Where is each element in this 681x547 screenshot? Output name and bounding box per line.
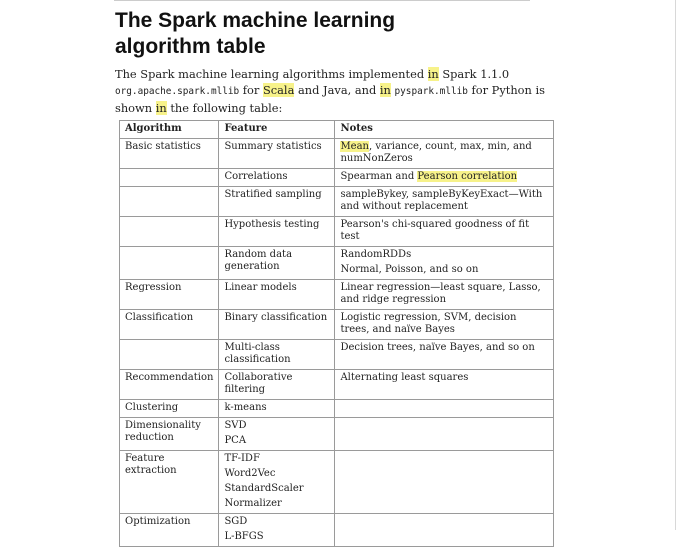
page-title: The Spark machine learning algorithm tab… (115, 9, 396, 58)
cell-feature: Collaborative filtering (218, 369, 336, 400)
table-row: Feature extraction TF-IDF Word2Vec Standar… (118, 450, 554, 514)
cell-notes (334, 399, 554, 418)
table-row: Hypothesis testing Pearson's chi-squared… (118, 216, 554, 247)
cell-feature: Correlations (218, 168, 336, 187)
cell-feature: Multi-class classification (218, 339, 336, 370)
cell-algorithm: Basic statistics (118, 138, 220, 169)
cell-notes: sampleBykey, sampleByKeyExact—With and w… (334, 186, 554, 217)
cell-algorithm (118, 216, 220, 247)
cell-notes (334, 450, 554, 514)
cell-feature: Summary statistics (218, 138, 336, 169)
page-edge-rule (675, 0, 676, 530)
algorithm-table: Algorithm Feature Notes Basic statistics… (118, 120, 554, 547)
cell-algorithm (118, 186, 220, 217)
highlight-mean: Mean (340, 141, 369, 152)
table-row: Stratified sampling sampleBykey, sampleB… (118, 186, 554, 217)
cell-algorithm: Recommendation (118, 369, 220, 400)
cell-feature: Random data generation (218, 246, 336, 280)
notes-line: RandomRDDs (340, 249, 412, 260)
top-rule (114, 0, 530, 1)
feature-line: PCA (224, 435, 247, 446)
cell-notes: RandomRDDs Normal, Poisson, and so on (334, 246, 554, 280)
feature-line: TF-IDF (224, 453, 260, 464)
intro-text-7: the following table: (166, 101, 283, 115)
document-page: The Spark machine learning algorithm tab… (115, 8, 560, 116)
cell-feature: k-means (218, 399, 336, 418)
cell-feature: Stratified sampling (218, 186, 336, 217)
cell-algorithm (118, 339, 220, 370)
highlight-in-1: in (427, 67, 439, 81)
highlight-scala: Scala (262, 83, 295, 97)
notes-line: Normal, Poisson, and so on (340, 264, 479, 275)
table-row: Dimensionality reduction SVD PCA (118, 417, 554, 451)
notes-text: Spearman and (340, 171, 418, 182)
table-row: Correlations Spearman and Pearson correl… (118, 168, 554, 187)
cell-notes: Alternating least squares (334, 369, 554, 400)
cell-notes (334, 417, 554, 451)
cell-notes (334, 513, 554, 547)
cell-algorithm (118, 168, 220, 187)
highlight-pearson: Pearson correlation (417, 171, 518, 182)
intro-paragraph: The Spark machine learning algorithms im… (115, 66, 560, 116)
cell-algorithm: Regression (118, 279, 220, 310)
cell-feature: TF-IDF Word2Vec StandardScaler Normalizer (218, 450, 336, 514)
intro-text-4: and Java, and (294, 83, 380, 97)
header-feature: Feature (218, 120, 336, 139)
cell-notes: Spearman and Pearson correlation (334, 168, 554, 187)
header-algorithm: Algorithm (118, 120, 220, 139)
feature-line: SGD (224, 516, 248, 527)
code-mllib: org.apache.spark.mllib (115, 86, 240, 97)
highlight-in-2: in (379, 83, 391, 97)
cell-feature: Binary classification (218, 309, 336, 340)
table-row: Recommendation Collaborative filtering A… (118, 369, 554, 400)
cell-feature: SGD L-BFGS (218, 513, 336, 547)
cell-notes: Decision trees, naïve Bayes, and so on (334, 339, 554, 370)
cell-notes: Mean, variance, count, max, min, and num… (334, 138, 554, 169)
table-row: Optimization SGD L-BFGS (118, 513, 554, 547)
intro-text-1: The Spark machine learning algorithms im… (115, 67, 428, 81)
cell-notes: Linear regression—least square, Lasso, a… (334, 279, 554, 310)
cell-algorithm: Optimization (118, 513, 220, 547)
intro-text-2: Spark 1.1.0 (438, 67, 510, 81)
cell-algorithm: Dimensionality reduction (118, 417, 220, 451)
cell-algorithm (118, 246, 220, 280)
code-pyspark: pyspark.mllib (394, 86, 468, 97)
feature-line: Normalizer (224, 498, 282, 509)
feature-line: Word2Vec (224, 468, 276, 479)
feature-line: L-BFGS (224, 531, 264, 542)
cell-feature: Linear models (218, 279, 336, 310)
feature-line: StandardScaler (224, 483, 304, 494)
header-notes: Notes (334, 120, 554, 139)
cell-algorithm: Feature extraction (118, 450, 220, 514)
notes-text: , variance, count, max, min, and numNonZ… (340, 141, 532, 164)
cell-algorithm: Classification (118, 309, 220, 340)
intro-text-3: for (239, 83, 263, 97)
table-row: Multi-class classification Decision tree… (118, 339, 554, 370)
table-row: Classification Binary classification Log… (118, 309, 554, 340)
cell-notes: Pearson's chi-squared goodness of fit te… (334, 216, 554, 247)
table-header-row: Algorithm Feature Notes (118, 120, 554, 139)
highlight-in-3: in (155, 101, 167, 115)
table-row: Clustering k-means (118, 399, 554, 418)
feature-line: SVD (224, 420, 247, 431)
cell-notes: Logistic regression, SVM, decision trees… (334, 309, 554, 340)
table-row: Random data generation RandomRDDs Normal,… (118, 246, 554, 280)
cell-feature: SVD PCA (218, 417, 336, 451)
table-row: Basic statistics Summary statistics Mean… (118, 138, 554, 169)
cell-feature: Hypothesis testing (218, 216, 336, 247)
table-row: Regression Linear models Linear regressi… (118, 279, 554, 310)
cell-algorithm: Clustering (118, 399, 220, 418)
